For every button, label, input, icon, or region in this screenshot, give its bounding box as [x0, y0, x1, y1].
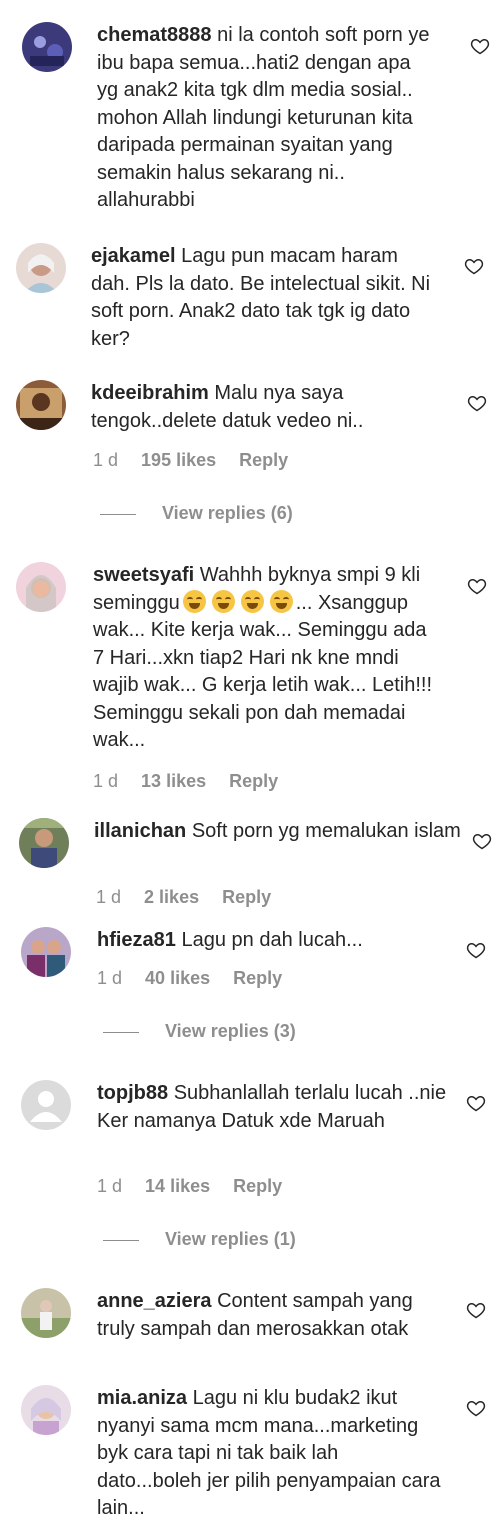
- comment-time: 1 d: [93, 771, 119, 791]
- comment-meta: 1 d 2 likes Reply: [96, 887, 289, 908]
- avatar[interactable]: [21, 1080, 71, 1130]
- comment-meta: 1 d 14 likes Reply: [97, 1176, 300, 1197]
- comment-username[interactable]: mia.aniza: [97, 1387, 187, 1409]
- heart-icon[interactable]: [470, 36, 490, 56]
- heart-icon[interactable]: [466, 1398, 486, 1418]
- face-with-tears-of-joy-icon: [240, 589, 264, 613]
- heart-icon[interactable]: [466, 940, 486, 960]
- heart-icon[interactable]: [467, 576, 487, 596]
- view-replies-label: View replies (1): [165, 1229, 296, 1249]
- like-count[interactable]: 14 likes: [145, 1176, 210, 1196]
- face-with-tears-of-joy-icon: [269, 589, 293, 613]
- reply-button[interactable]: Reply: [233, 968, 282, 988]
- comment-time: 1 d: [97, 1176, 123, 1196]
- avatar[interactable]: [16, 243, 66, 293]
- reply-button[interactable]: Reply: [222, 887, 271, 907]
- divider: [103, 1031, 139, 1033]
- reply-button[interactable]: Reply: [239, 450, 288, 470]
- heart-icon[interactable]: [466, 1300, 486, 1320]
- avatar[interactable]: [21, 1288, 71, 1338]
- avatar[interactable]: [19, 818, 69, 868]
- avatar[interactable]: [21, 927, 71, 977]
- reply-button[interactable]: Reply: [233, 1176, 282, 1196]
- view-replies-button[interactable]: View replies (1): [103, 1229, 296, 1250]
- heart-icon[interactable]: [466, 1093, 486, 1113]
- comment-time: 1 d: [97, 968, 123, 988]
- comment-username[interactable]: sweetsyafi: [93, 564, 194, 586]
- like-count[interactable]: 2 likes: [144, 887, 199, 907]
- comment-username[interactable]: chemat8888: [97, 24, 212, 46]
- comment-username[interactable]: ejakamel: [91, 245, 176, 267]
- comment-time: 1 d: [93, 450, 119, 470]
- comment-meta: 1 d 13 likes Reply: [93, 771, 296, 792]
- heart-icon[interactable]: [464, 256, 484, 276]
- heart-icon[interactable]: [467, 393, 487, 413]
- comment-text: Lagu pn dah lucah...: [181, 929, 363, 951]
- comment-username[interactable]: topjb88: [97, 1082, 168, 1104]
- comment-text: Soft porn yg memalukan islam: [191, 820, 461, 842]
- comment-time: 1 d: [96, 887, 122, 907]
- comment-meta: 1 d 195 likes Reply: [93, 450, 306, 471]
- reply-button[interactable]: Reply: [229, 771, 278, 791]
- comment-username[interactable]: hfieza81: [97, 929, 176, 951]
- like-count[interactable]: 195 likes: [141, 450, 216, 470]
- face-with-tears-of-joy-icon: [182, 589, 206, 613]
- face-with-tears-of-joy-icon: [211, 589, 235, 613]
- heart-icon[interactable]: [472, 831, 492, 851]
- comment-text-continued: ... Xsanggup wak... Kite kerja wak... Se…: [93, 591, 433, 752]
- view-replies-button[interactable]: View replies (6): [100, 503, 293, 524]
- comment-username[interactable]: illanichan: [94, 820, 186, 842]
- view-replies-label: View replies (6): [162, 503, 293, 523]
- view-replies-label: View replies (3): [165, 1021, 296, 1041]
- comment-meta: 1 d 40 likes Reply: [97, 968, 300, 989]
- avatar[interactable]: [22, 22, 72, 72]
- view-replies-button[interactable]: View replies (3): [103, 1021, 296, 1042]
- divider: [103, 1239, 139, 1241]
- avatar[interactable]: [16, 380, 66, 430]
- comment-text: ni la contoh soft porn ye ibu bapa semua…: [97, 24, 430, 211]
- divider: [100, 513, 136, 515]
- like-count[interactable]: 13 likes: [141, 771, 206, 791]
- like-count[interactable]: 40 likes: [145, 968, 210, 988]
- avatar[interactable]: [16, 562, 66, 612]
- comment-username[interactable]: kdeeibrahim: [91, 382, 209, 404]
- comment-username[interactable]: anne_aziera: [97, 1290, 212, 1312]
- avatar[interactable]: [21, 1385, 71, 1435]
